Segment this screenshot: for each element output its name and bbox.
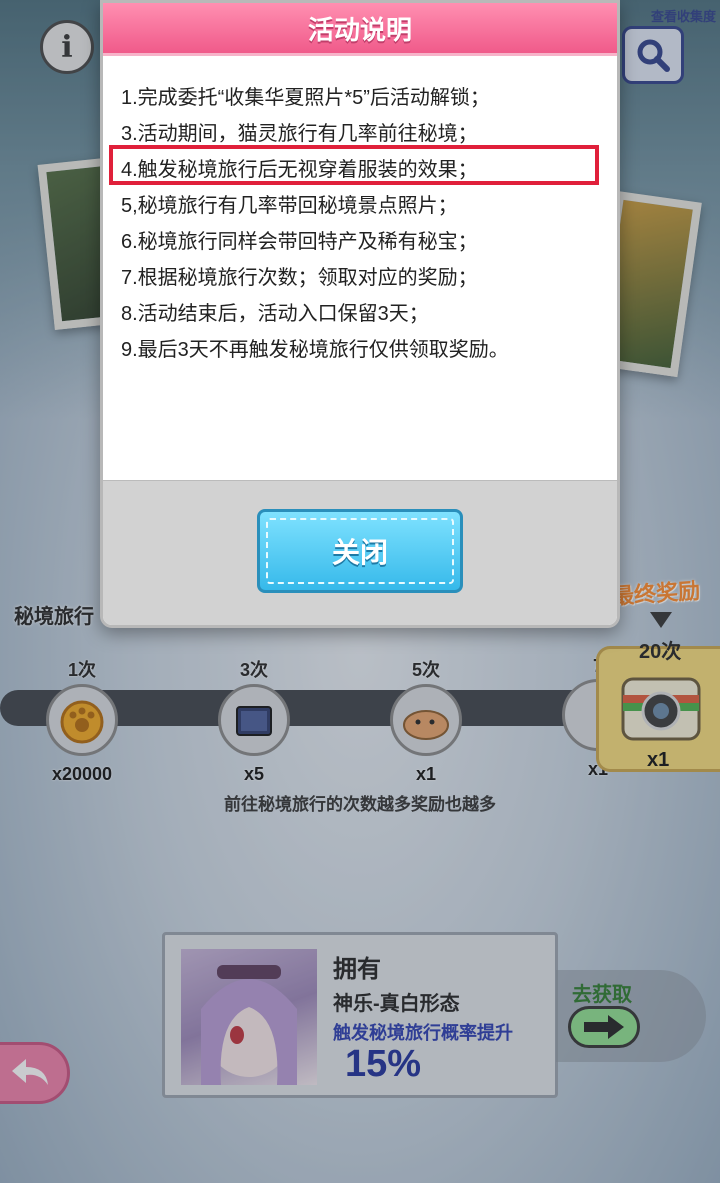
activity-info-dialog: 活动说明 1.完成委托“收集华夏照片*5”后活动解锁； 3.活动期间，猫灵旅行有…: [100, 0, 620, 628]
rule-item: 6.秘境旅行同样会带回特产及稀有秘宝；: [121, 231, 478, 253]
dialog-footer: 关闭: [103, 480, 617, 625]
rule-item: 8.活动结束后，活动入口保留3天；: [121, 303, 429, 325]
dialog-title: 活动说明: [307, 14, 412, 45]
rule-item: 9.最后3天不再触发秘境旅行仅供领取奖励。: [121, 339, 509, 361]
rule-item: 7.根据秘境旅行次数；领取对应的奖励；: [121, 267, 478, 289]
dialog-header: 活动说明: [103, 3, 617, 56]
rule-item: 5,秘境旅行有几率带回秘境景点照片；: [121, 195, 458, 217]
highlight-box: [109, 145, 599, 185]
rules-list: 1.完成委托“收集华夏照片*5”后活动解锁； 3.活动期间，猫灵旅行有几率前往秘…: [103, 56, 617, 368]
close-button[interactable]: 关闭: [257, 509, 463, 593]
rule-item: 1.完成委托“收集华夏照片*5”后活动解锁；: [121, 87, 490, 109]
close-label: 关闭: [331, 537, 388, 568]
